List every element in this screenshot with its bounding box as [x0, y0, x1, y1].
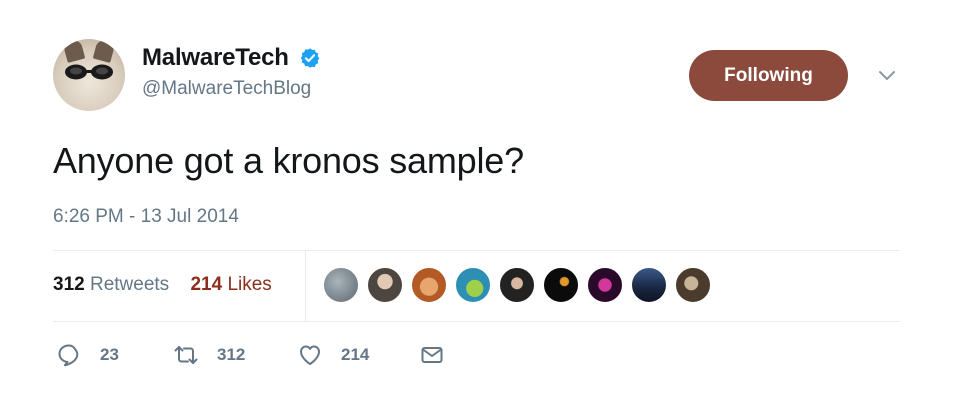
heart-icon [300, 345, 320, 365]
tweet-stats: 312 Retweets 214 Likes [53, 274, 272, 296]
reply-count: 23 [100, 345, 119, 364]
likers-avatars [323, 267, 719, 303]
likes-count: 214 [190, 274, 223, 295]
chevron-down-icon[interactable] [877, 69, 897, 83]
display-name[interactable]: MalwareTech [142, 44, 289, 72]
following-button[interactable]: Following [689, 50, 848, 101]
envelope-icon [421, 347, 443, 363]
like-count: 214 [341, 345, 370, 364]
liker-avatar[interactable] [543, 267, 579, 303]
liker-avatar[interactable] [675, 267, 711, 303]
avatar-ear-left [62, 39, 86, 63]
liker-avatar[interactable] [411, 267, 447, 303]
divider [53, 250, 900, 251]
retweet-action[interactable]: 312 [173, 340, 245, 370]
tweet-text: Anyone got a kronos sample? [53, 140, 524, 181]
user-avatar[interactable] [53, 39, 125, 111]
divider [53, 321, 900, 322]
tweet-timestamp[interactable]: 6:26 PM - 13 Jul 2014 [53, 206, 239, 228]
likes-stat[interactable]: 214 Likes [190, 274, 271, 295]
user-handle[interactable]: @MalwareTechBlog [142, 78, 321, 100]
retweets-label: Retweets [89, 274, 170, 295]
avatar-ear-right [92, 39, 116, 63]
retweet-count: 312 [217, 345, 246, 364]
verified-badge-icon [301, 48, 320, 68]
liker-avatar[interactable] [499, 267, 535, 303]
tweet-card: MalwareTech @MalwareTechBlog Following A… [0, 0, 960, 410]
stats-divider [305, 250, 306, 321]
direct-message-action[interactable] [419, 340, 445, 370]
liker-avatar[interactable] [455, 267, 491, 303]
like-action[interactable]: 214 [297, 340, 369, 370]
user-name-block: MalwareTech @MalwareTechBlog [142, 44, 321, 100]
avatar-glasses [65, 64, 113, 80]
retweets-stat[interactable]: 312 Retweets [53, 274, 174, 295]
retweets-count: 312 [53, 274, 85, 295]
liker-avatar[interactable] [631, 267, 667, 303]
liker-avatar[interactable] [367, 267, 403, 303]
likes-label: Likes [227, 274, 272, 295]
retweet-icon [174, 346, 198, 364]
liker-avatar[interactable] [323, 267, 359, 303]
reply-action[interactable]: 23 [56, 340, 119, 370]
reply-icon [58, 344, 79, 367]
liker-avatar[interactable] [587, 267, 623, 303]
